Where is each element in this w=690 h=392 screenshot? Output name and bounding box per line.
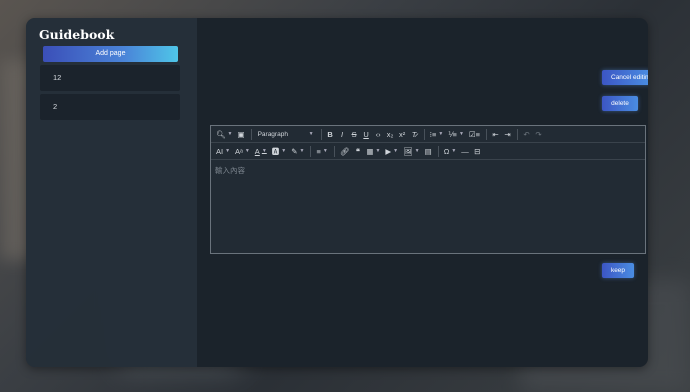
font-color-icon[interactable]: A ▼ <box>253 145 269 158</box>
blockquote-icon[interactable]: ❝ <box>352 145 363 158</box>
toolbar-separator <box>310 145 312 157</box>
special-characters-icon[interactable]: Ω ▼ <box>442 145 459 158</box>
cancel-editing-button[interactable]: Cancel editing <box>602 70 648 85</box>
list-item[interactable]: 12 <box>40 65 180 91</box>
paragraph-select-label: Paragraph <box>257 130 288 138</box>
paragraph-select[interactable]: Paragraph ▼ <box>255 128 317 141</box>
indent-icon[interactable]: ⇥ <box>502 128 513 141</box>
subscript-icon[interactable]: x₂ <box>385 128 396 141</box>
page-title: Guidebook <box>39 27 115 42</box>
table-icon[interactable]: ▦ ▼ <box>364 145 382 158</box>
html-embed-icon[interactable]: ▤ <box>423 145 434 158</box>
font-background-icon[interactable]: 🅰︎ ▼ <box>270 145 288 158</box>
redo-icon[interactable]: ↷ <box>533 128 544 141</box>
toolbar-separator <box>423 128 425 140</box>
text-case-icon[interactable]: AI ▼ <box>214 145 232 158</box>
bold-icon[interactable]: B <box>325 128 336 141</box>
sidebar: Guidebook Add page 12 2 <box>26 18 197 367</box>
find-replace-icon[interactable]: 🔍︎ ▼ <box>214 128 234 141</box>
editor-content[interactable]: 輸入內容 <box>211 160 645 254</box>
numbered-list-icon[interactable]: ⅟≡ ▼ <box>446 128 466 141</box>
superscript-icon[interactable]: x² <box>397 128 408 141</box>
todo-list-icon[interactable]: ☑≡ <box>467 128 482 141</box>
toolbar-separator <box>486 128 487 140</box>
remove-format-icon[interactable]: T̷ <box>409 128 420 141</box>
code-icon[interactable]: ‹› <box>373 128 384 141</box>
page-list: 12 2 <box>40 65 180 123</box>
page-break-icon[interactable]: ⊟ <box>472 145 483 158</box>
strikethrough-icon[interactable]: S <box>349 128 360 141</box>
undo-icon[interactable]: ↶ <box>521 128 532 141</box>
toolbar-separator <box>320 128 322 140</box>
editor-placeholder: 輸入內容 <box>215 166 245 175</box>
insert-image-icon[interactable]: 🖼︎ ▼ <box>401 145 421 158</box>
highlight-icon[interactable]: ✎ ▼ <box>289 145 306 158</box>
outdent-icon[interactable]: ⇤ <box>490 128 501 141</box>
horizontal-line-icon[interactable]: — <box>459 145 471 158</box>
underline-icon[interactable]: U <box>361 128 372 141</box>
guidebook-panel: Guidebook Add page 12 2 Cancel editing d… <box>26 18 648 367</box>
rich-text-editor: 🔍︎ ▼ ▣ Paragraph ▼ B I S U ‹› x₂ x² T̷ ⁝≡ ▼… <box>210 125 646 254</box>
chevron-down-icon: ▼ <box>308 131 314 137</box>
toolbar-separator <box>437 145 439 157</box>
toolbar-separator <box>333 145 335 157</box>
toolbar-separator <box>250 128 252 140</box>
alignment-icon[interactable]: ≡ ▼ <box>314 145 329 158</box>
font-size-icon[interactable]: Aᵃ ▼ <box>233 145 252 158</box>
select-all-icon[interactable]: ▣ <box>235 128 246 141</box>
italic-icon[interactable]: I <box>337 128 348 141</box>
media-embed-icon[interactable]: ▶︎ ▼ <box>383 145 400 158</box>
link-icon[interactable]: 🔗︎ <box>338 145 352 158</box>
bulleted-list-icon[interactable]: ⁝≡ ▼ <box>428 128 446 141</box>
list-item[interactable]: 2 <box>40 94 180 120</box>
delete-button[interactable]: delete <box>602 96 638 111</box>
editor-toolbar-row-1: 🔍︎ ▼ ▣ Paragraph ▼ B I S U ‹› x₂ x² T̷ ⁝≡ ▼… <box>211 126 645 143</box>
editor-toolbar-row-2: AI ▼ Aᵃ ▼ A ▼ 🅰︎ ▼ ✎ ▼ ≡ ▼ 🔗︎ ❝ ▦ ▼ ▶︎ ▼ 🖼︎ ▼ ▤ Ω… <box>211 143 645 160</box>
toolbar-separator <box>517 128 518 140</box>
add-page-button[interactable]: Add page <box>43 46 178 62</box>
keep-button[interactable]: keep <box>602 263 634 278</box>
